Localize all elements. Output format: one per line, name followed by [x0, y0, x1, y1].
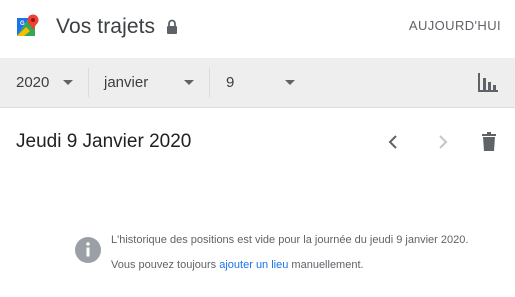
chevron-left-icon[interactable]	[384, 131, 404, 153]
page-title: Vos trajets	[56, 15, 156, 38]
day-select[interactable]: 9	[210, 58, 310, 107]
app-header: G Vos trajets AUJOURD'HUI	[0, 0, 515, 56]
chevron-down-icon	[184, 80, 194, 85]
month-select[interactable]: janvier	[89, 58, 209, 107]
add-place-link[interactable]: ajouter un lieu	[219, 259, 288, 271]
today-button[interactable]: AUJOURD'HUI	[409, 18, 501, 33]
hint-suffix: manuellement.	[291, 259, 364, 271]
chevron-down-icon	[285, 80, 295, 85]
year-select[interactable]: 2020	[0, 58, 88, 107]
chevron-down-icon	[63, 80, 73, 85]
chevron-right-icon[interactable]	[432, 131, 452, 153]
google-maps-logo-icon[interactable]: G	[16, 14, 40, 40]
info-icon	[75, 237, 101, 263]
month-select-value: janvier	[104, 74, 149, 91]
lock-icon	[167, 19, 177, 34]
empty-history-message: L'historique des positions est vide pour…	[111, 234, 469, 246]
add-place-hint: Vous pouvez toujours ajouter un lieu man…	[111, 259, 364, 271]
hint-prefix: Vous pouvez toujours	[111, 259, 217, 271]
day-title: Jeudi 9 Janvier 2020	[16, 131, 192, 152]
day-select-value: 9	[226, 74, 235, 91]
bar-chart-icon[interactable]	[477, 71, 499, 93]
trash-icon[interactable]	[479, 131, 499, 153]
date-filter-toolbar: 2020 janvier 9	[0, 58, 515, 108]
year-select-value: 2020	[16, 74, 50, 91]
svg-text:G: G	[20, 21, 25, 27]
